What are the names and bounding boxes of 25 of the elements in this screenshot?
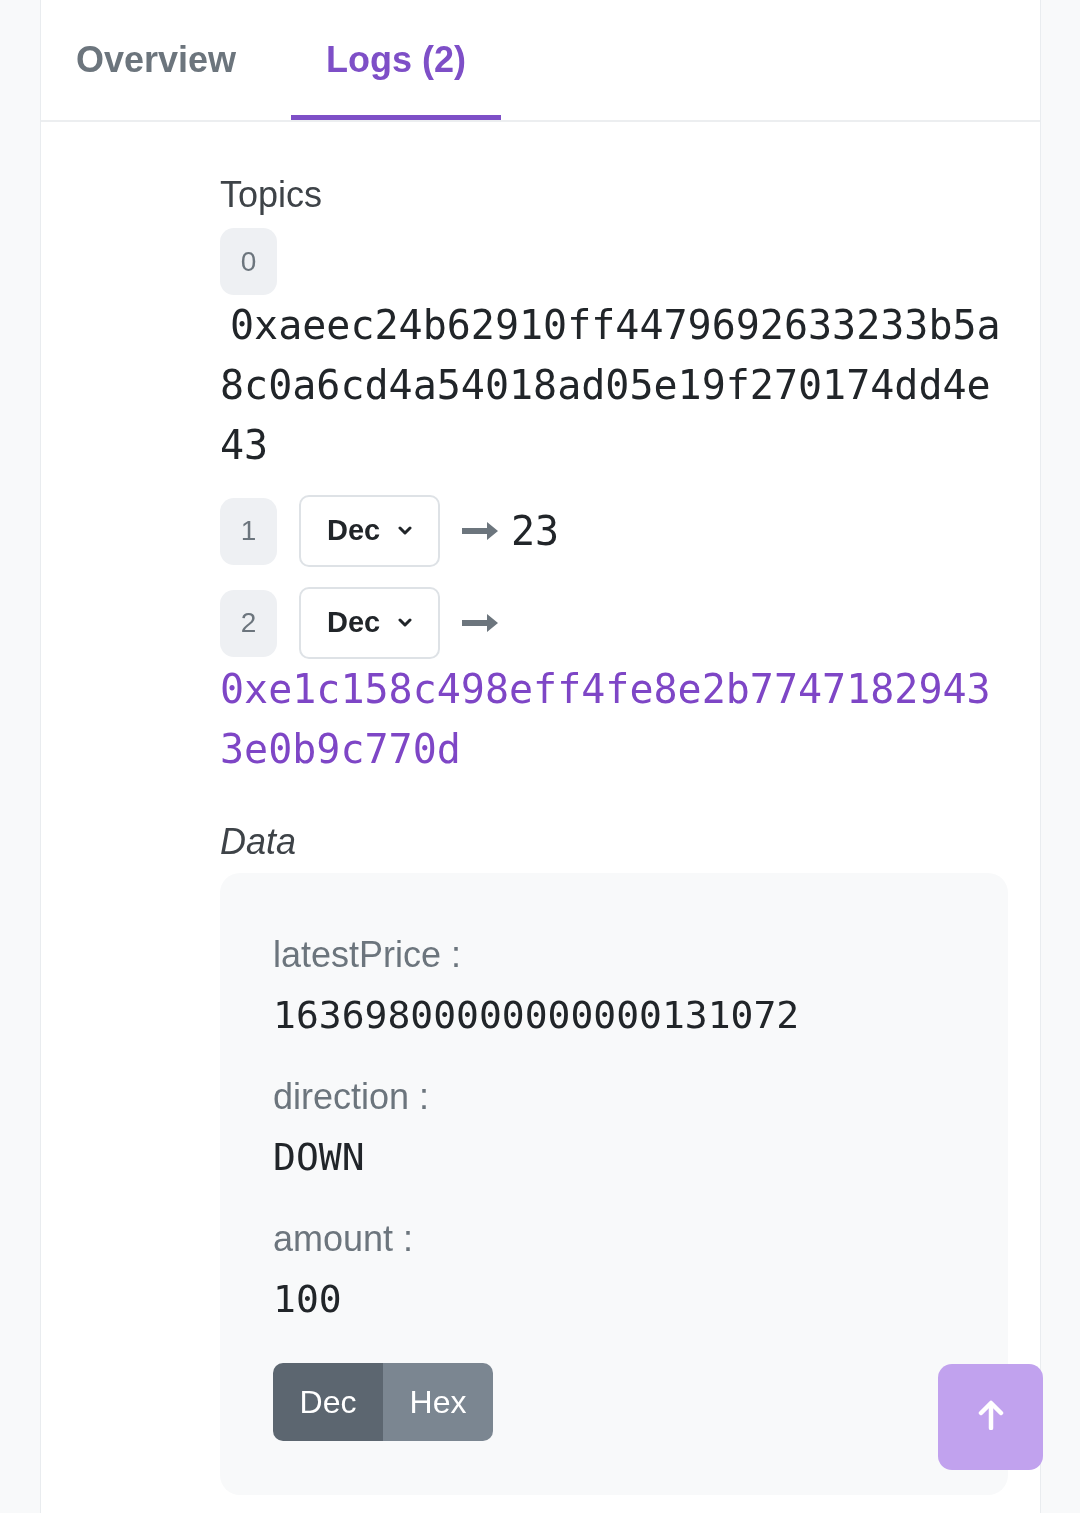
format-toggle-button[interactable]: Hex	[383, 1363, 493, 1441]
field-label: latestPrice :	[273, 933, 463, 977]
index-badge: 0	[220, 228, 277, 295]
topic-value: 23	[511, 507, 560, 556]
section-title: Data	[220, 820, 298, 864]
index-badge: 1	[220, 497, 277, 565]
format-toggle-button[interactable]: Dec	[273, 1363, 383, 1441]
field-value: 16369800000000000131072	[273, 992, 801, 1039]
field-value: DOWN	[273, 1134, 366, 1181]
field-label: direction :	[273, 1075, 431, 1119]
caret-icon	[398, 526, 412, 536]
arrow-up-icon	[977, 1400, 1004, 1430]
section-title: Topics	[220, 173, 324, 217]
index-badge: 2	[220, 589, 277, 657]
topic-hash: 0xaeec24b62910ff4479692633233b5a8c0a6cd4a54018ad05e19f270174dd4e43	[220, 301, 1002, 470]
arrow-right-icon	[462, 522, 498, 540]
format-dropdown[interactable]: Dec	[299, 587, 440, 659]
field-label: amount :	[273, 1217, 415, 1261]
arrow-right-icon	[462, 614, 498, 632]
caret-icon	[398, 618, 412, 628]
format-dropdown[interactable]: Dec	[299, 495, 440, 567]
address-link[interactable]: 0xe1c158c498eff4fe8e2b77471829433e0b9c770d	[220, 659, 1008, 779]
scroll-top-button[interactable]	[938, 1364, 1043, 1470]
field-value: 100	[273, 1276, 343, 1323]
tab[interactable]: Overview	[41, 0, 272, 120]
